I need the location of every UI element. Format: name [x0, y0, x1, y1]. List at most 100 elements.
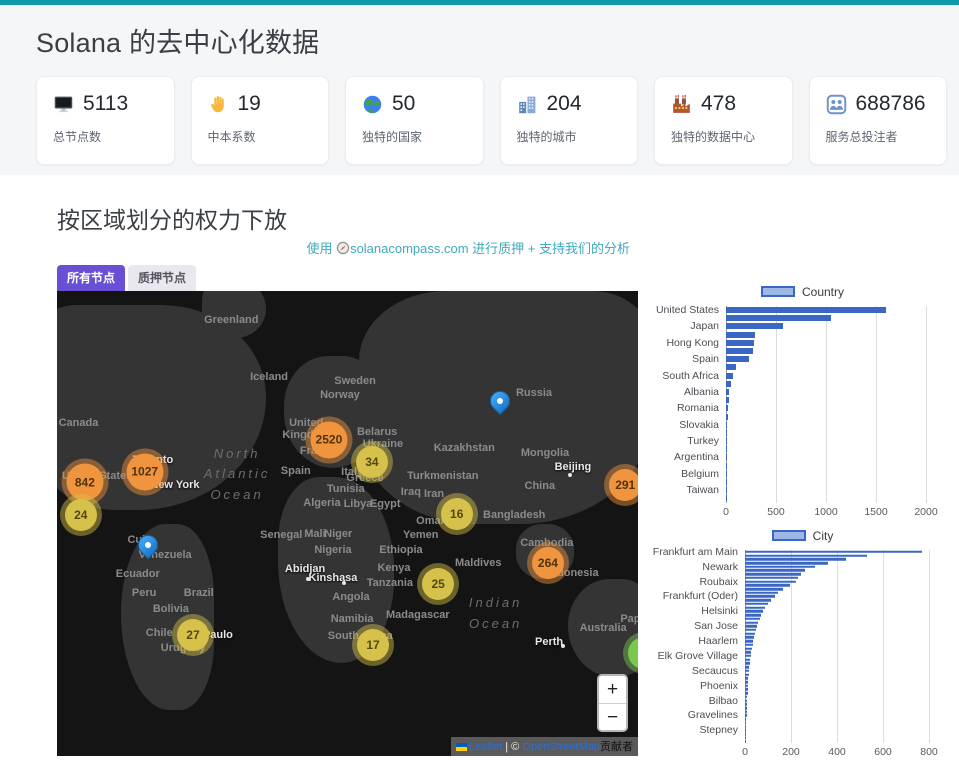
node-cluster-marker[interactable]: 27 [177, 619, 209, 651]
bar-row [726, 494, 926, 502]
category-label: South Africa [662, 370, 719, 382]
stat-card-stakers: 688786 服务总投注者 [809, 76, 948, 165]
bar [726, 430, 727, 436]
category-label: Slovakia [679, 419, 719, 431]
people-icon [826, 94, 847, 115]
stat-label: 独特的城市 [517, 128, 622, 145]
map-pin-marker[interactable] [136, 533, 160, 565]
x-tick-label: 800 [920, 746, 938, 758]
category-label: Roubaix [699, 576, 738, 588]
node-cluster-marker[interactable]: 17 [357, 629, 389, 661]
page: Solana 的去中心化数据 5113 总节点数 19 中本系数 50 独特的国… [0, 0, 959, 768]
category-label: Haarlem [698, 635, 738, 647]
legend-label: City [813, 529, 834, 543]
map-label-country: Yemen [403, 529, 438, 541]
bar-row: Albania [726, 388, 926, 396]
bar [726, 348, 753, 354]
bar [726, 471, 727, 477]
bar-row [726, 331, 926, 339]
map-pin-marker[interactable] [488, 389, 512, 421]
x-tick-label: 0 [742, 746, 748, 758]
bar [726, 381, 731, 387]
compass-icon [336, 241, 350, 256]
stat-value: 5113 [83, 92, 128, 116]
bar-row: Belgium [726, 470, 926, 478]
promo-prefix: 使用 [306, 241, 336, 256]
x-tick-label: 1000 [814, 506, 837, 518]
charts-column: CountryUnited StatesJapanHong KongSpainS… [650, 239, 955, 768]
stat-card-total-nodes: 5113 总节点数 [36, 76, 175, 165]
bar-row: Turkey [726, 437, 926, 445]
tab-staked-nodes[interactable]: 质押节点 [128, 265, 196, 291]
bar [726, 373, 733, 379]
node-cluster-marker[interactable]: 16 [441, 498, 473, 530]
decentralization-panel: 按区域划分的权力下放 使用 solanacompass.com 进行质押 + 支… [0, 175, 959, 768]
zoom-in-button[interactable]: + [599, 676, 626, 703]
category-label: Hong Kong [666, 337, 719, 349]
hand-icon [208, 94, 229, 115]
attribution-separator: | © [502, 741, 522, 753]
bar [726, 446, 727, 452]
node-cluster-marker[interactable]: 1027 [126, 453, 163, 490]
bar [726, 389, 729, 395]
bar [726, 405, 728, 411]
map-label-country: Spain [281, 465, 311, 477]
chart-legend: Country [650, 285, 955, 301]
solanacompass-link[interactable]: solanacompass.com [350, 241, 469, 256]
staking-promo: 使用 solanacompass.com 进行质押 + 支持我们的分析 [57, 239, 638, 259]
world-map[interactable]: GreenlandIcelandNorwaySwedenCanadaUnited… [57, 291, 638, 756]
bar [726, 414, 728, 420]
stat-value: 50 [392, 92, 415, 116]
category-label: Romania [677, 402, 719, 414]
factory-icon [671, 94, 692, 115]
node-cluster-marker[interactable]: 24 [65, 499, 97, 531]
bar [745, 740, 746, 743]
x-tick-label: 2000 [914, 506, 937, 518]
x-tick-label: 1500 [864, 506, 887, 518]
category-label: Frankfurt (Oder) [663, 590, 738, 602]
category-label: Japan [690, 320, 719, 332]
node-cluster-marker[interactable]: 34 [356, 446, 388, 478]
x-tick-label: 0 [723, 506, 729, 518]
map-tabs: 所有节点质押节点 [57, 265, 638, 291]
chart-legend: City [650, 529, 955, 545]
leaflet-link[interactable]: Leaflet [469, 741, 502, 753]
stat-value: 204 [547, 92, 582, 116]
stat-card-countries: 50 独特的国家 [345, 76, 484, 165]
page-title: Solana 的去中心化数据 [36, 21, 959, 60]
map-city-dot [306, 577, 310, 581]
node-cluster-marker[interactable]: 264 [532, 547, 564, 579]
stat-label: 独特的国家 [362, 128, 467, 145]
bar-row: South Africa [726, 372, 926, 380]
bar [726, 315, 831, 321]
node-cluster-marker[interactable]: 291 [609, 469, 638, 501]
category-label: Gravelines [688, 709, 738, 721]
x-axis: 0500100015002000 [726, 506, 926, 522]
node-cluster-marker[interactable]: 842 [66, 464, 103, 501]
bar-row: Japan [726, 322, 926, 330]
bar-row: Argentina [726, 453, 926, 461]
gridline [929, 550, 930, 743]
landmass-greenland [202, 291, 266, 338]
stat-label: 服务总投注者 [826, 128, 931, 145]
map-city-dot [561, 644, 565, 648]
openstreetmap-link[interactable]: OpenStreetMap [522, 741, 600, 753]
attribution-suffix: 贡献者 [600, 741, 633, 753]
tab-all-nodes[interactable]: 所有节点 [57, 265, 125, 291]
chart-plot-area: Frankfurt am MainNewarkRoubaixFrankfurt … [745, 550, 929, 743]
node-cluster-marker[interactable]: 25 [422, 568, 454, 600]
category-label: Turkey [687, 435, 719, 447]
node-cluster-marker[interactable]: 2520 [310, 421, 347, 458]
ukraine-flag-icon [456, 743, 467, 751]
bar [726, 323, 783, 329]
map-attribution: Leaflet | © OpenStreetMap贡献者 [451, 737, 638, 756]
zoom-out-button[interactable]: − [599, 703, 626, 730]
content-row: 使用 solanacompass.com 进行质押 + 支持我们的分析 所有节点… [57, 239, 959, 768]
map-city-dot [568, 473, 572, 477]
bar-row [726, 347, 926, 355]
bar-chart-city: City Frankfurt am MainNewarkRoubaixFrankf… [650, 529, 955, 762]
bar-row [726, 445, 926, 453]
stat-label: 总节点数 [53, 128, 158, 145]
stat-label: 中本系数 [208, 128, 313, 145]
bar [726, 397, 729, 403]
